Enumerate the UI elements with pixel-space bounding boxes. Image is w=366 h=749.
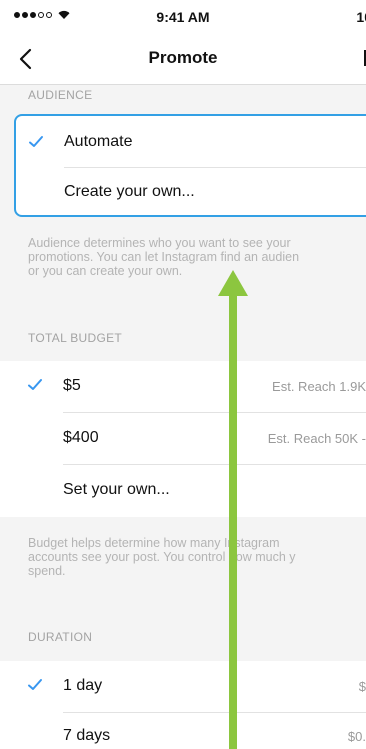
audience-option-label: Create your own... (64, 183, 195, 200)
duration-section-header: DURATION (28, 630, 93, 644)
duration-option-label: 1 day (63, 677, 103, 694)
battery-level: 10 (356, 9, 366, 25)
budget-option-label: $5 (63, 377, 81, 394)
audience-option-label: Automate (64, 133, 133, 150)
duration-option-1-day[interactable]: 1 day $ (0, 661, 366, 713)
audience-description-line: or you can create your own. (28, 264, 183, 278)
budget-option-label: $400 (63, 429, 99, 446)
audience-options-box: Automate Create your own... (14, 114, 366, 217)
audience-description: Audience determines who you want to see … (28, 236, 366, 278)
duration-option-7-days[interactable]: 7 days $0. (0, 713, 366, 749)
nav-bar: Promote (0, 34, 366, 85)
audience-option-automate[interactable]: Automate (16, 118, 366, 168)
checkmark-icon (28, 134, 44, 150)
budget-option-400[interactable]: $400 Est. Reach 50K - (0, 413, 366, 465)
status-time: 9:41 AM (156, 9, 210, 25)
duration-price: $0. (347, 729, 366, 744)
duration-price: $ (358, 679, 366, 694)
budget-description: Budget helps determine how many Instagra… (28, 536, 366, 578)
budget-section-header: TOTAL BUDGET (28, 331, 123, 345)
budget-description-line: spend. (28, 564, 66, 578)
audience-option-create-own[interactable]: Create your own... (16, 168, 366, 218)
checkmark-icon (27, 677, 43, 693)
duration-option-label: 7 days (63, 727, 111, 744)
budget-estimated-reach: Est. Reach 50K - (267, 431, 366, 446)
budget-description-line: accounts see your post. You control how … (28, 550, 296, 564)
audience-description-line: Audience determines who you want to see … (28, 236, 291, 250)
checkmark-icon (27, 377, 43, 393)
budget-option-5[interactable]: $5 Est. Reach 1.9K (0, 361, 366, 413)
audience-section-header: AUDIENCE (28, 88, 93, 102)
budget-description-line: Budget helps determine how many Instagra… (28, 536, 280, 550)
page-title: Promote (148, 48, 218, 67)
budget-option-set-own[interactable]: Set your own... (0, 465, 366, 517)
audience-description-line: promotions. You can let Instagram find a… (28, 250, 300, 264)
budget-estimated-reach: Est. Reach 1.9K (272, 379, 366, 394)
budget-option-label: Set your own... (63, 481, 170, 498)
status-bar: 9:41 AM 10 (0, 0, 366, 34)
